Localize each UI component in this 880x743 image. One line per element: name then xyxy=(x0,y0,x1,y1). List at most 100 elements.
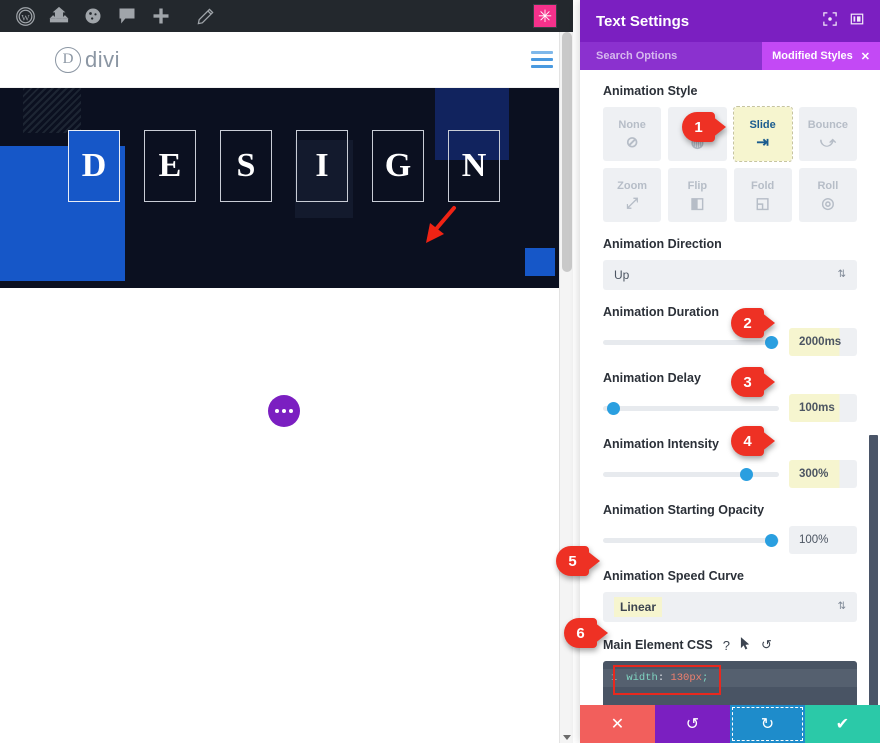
chevron-updown-icon: ⇅ xyxy=(837,601,846,612)
annotation-marker-5: 5 xyxy=(556,546,600,576)
animation-duration-slider[interactable] xyxy=(603,335,779,349)
animation-intensity-slider[interactable] xyxy=(603,467,779,481)
annotation-marker-number: 6 xyxy=(564,618,597,648)
layout-columns-icon[interactable] xyxy=(850,12,864,31)
hero-section: D E S I G N xyxy=(0,88,573,288)
annotation-marker-1: 1 xyxy=(682,112,726,142)
page-title: Text Settings xyxy=(596,12,690,30)
animation-option-zoom[interactable]: Zoom ⤢ xyxy=(603,168,662,222)
save-button[interactable]: ✔ xyxy=(805,705,880,743)
animation-option-label: Zoom xyxy=(617,179,648,192)
panel-search-bar[interactable]: Search Options Modified Styles ✕ xyxy=(580,42,880,70)
flip-animation-icon: ◧ xyxy=(690,194,705,212)
animation-style-grid: None ⊘ Fade ◍ Slide ⇥ Bounce ⤻ xyxy=(603,106,857,222)
annotation-marker-number: 4 xyxy=(731,426,764,456)
new-content-icon[interactable] xyxy=(144,0,178,32)
site-preview-pane: W ✳ D divi D E S I G N xyxy=(0,0,573,743)
slider-handle[interactable] xyxy=(764,533,778,547)
animation-option-label: Slide xyxy=(749,118,776,131)
page-body xyxy=(0,288,573,743)
animation-starting-opacity-label: Animation Starting Opacity xyxy=(603,503,765,517)
focus-mode-icon[interactable] xyxy=(823,11,837,31)
animation-speed-curve-select[interactable]: Linear ⇅ xyxy=(603,592,857,622)
redo-button[interactable]: ↻ xyxy=(730,705,805,743)
scroll-down-arrow-icon[interactable] xyxy=(563,735,571,740)
ellipsis-icon[interactable] xyxy=(268,395,300,427)
animation-delay-label: Animation Delay xyxy=(603,371,701,385)
animation-starting-opacity-group: Animation Starting Opacity 100% xyxy=(603,503,857,554)
annotation-marker-3: 3 xyxy=(731,367,775,397)
animation-option-label: Roll xyxy=(817,179,839,192)
site-home-icon[interactable] xyxy=(42,0,76,32)
hero-letter[interactable]: N xyxy=(448,130,500,202)
slider-handle[interactable] xyxy=(606,401,620,415)
svg-text:W: W xyxy=(21,12,30,22)
reset-icon[interactable]: ↺ xyxy=(761,637,772,653)
animation-starting-opacity-input[interactable]: 100% xyxy=(789,526,857,554)
slider-handle[interactable] xyxy=(740,467,754,481)
hero-letter[interactable]: S xyxy=(220,130,272,202)
cursor-pointer-icon[interactable] xyxy=(740,637,751,653)
animation-direction-value: Up xyxy=(614,268,630,282)
discard-button[interactable]: ✕ xyxy=(580,705,655,743)
animation-starting-opacity-slider[interactable] xyxy=(603,533,779,547)
annotation-marker-tip xyxy=(761,371,775,393)
hero-letter[interactable]: D xyxy=(68,130,120,202)
animation-option-label: None xyxy=(618,118,646,131)
animation-duration-input[interactable]: 2000ms xyxy=(789,328,857,356)
annotation-marker-tip xyxy=(761,430,775,452)
animation-duration-group: Animation Duration 2000ms xyxy=(603,305,857,356)
animation-style-group: Animation Style None ⊘ Fade ◍ Slide ⇥ xyxy=(603,84,857,222)
hero-letters: D E S I G N xyxy=(0,130,573,202)
animation-speed-curve-label: Animation Speed Curve xyxy=(603,569,744,583)
undo-button[interactable]: ↺ xyxy=(655,705,730,743)
modified-styles-label: Modified Styles xyxy=(772,50,853,62)
animation-style-label: Animation Style xyxy=(603,84,698,98)
performance-icon[interactable] xyxy=(76,0,110,32)
hero-letter[interactable]: E xyxy=(144,130,196,202)
annotation-marker-tip xyxy=(761,312,775,334)
panel-content: Animation Style None ⊘ Fade ◍ Slide ⇥ xyxy=(580,70,880,705)
wordpress-logo-icon[interactable]: W xyxy=(8,0,42,32)
edit-page-icon[interactable] xyxy=(188,0,222,32)
annotation-marker-tip xyxy=(586,550,600,572)
hero-letter[interactable]: I xyxy=(296,130,348,202)
animation-intensity-input[interactable]: 300% xyxy=(789,460,857,488)
annotation-marker-number: 5 xyxy=(556,546,589,576)
annotation-marker-2: 2 xyxy=(731,308,775,338)
comments-icon[interactable] xyxy=(110,0,144,32)
plugin-badge-icon[interactable]: ✳ xyxy=(533,4,557,28)
main-element-css-editor[interactable]: 1 width: 130px; xyxy=(603,661,857,705)
animation-option-flip[interactable]: Flip ◧ xyxy=(668,168,727,222)
hero-letter[interactable]: G xyxy=(372,130,424,202)
code-line[interactable]: 1 width: 130px; xyxy=(603,669,857,687)
search-input[interactable]: Search Options xyxy=(596,50,677,62)
main-element-css-label: Main Element CSS xyxy=(603,638,713,652)
close-icon[interactable]: ✕ xyxy=(861,50,870,63)
chevron-updown-icon: ⇅ xyxy=(837,269,846,280)
divi-logo-text: divi xyxy=(85,46,121,72)
animation-option-roll[interactable]: Roll ◎ xyxy=(798,168,857,222)
animation-direction-group: Animation Direction Up ⇅ xyxy=(603,237,857,290)
annotation-marker-6: 6 xyxy=(564,618,608,648)
modified-styles-badge[interactable]: Modified Styles ✕ xyxy=(762,42,880,70)
annotation-marker-tip xyxy=(594,622,608,644)
animation-option-label: Fold xyxy=(751,179,775,192)
animation-option-none[interactable]: None ⊘ xyxy=(603,107,662,161)
animation-delay-slider[interactable] xyxy=(603,401,779,415)
slide-animation-icon: ⇥ xyxy=(756,133,769,151)
divi-logo[interactable]: D divi xyxy=(55,46,121,73)
animation-option-fold[interactable]: Fold ◱ xyxy=(733,168,792,222)
hamburger-menu-icon[interactable] xyxy=(531,51,553,68)
animation-option-bounce[interactable]: Bounce ⤻ xyxy=(798,107,857,161)
animation-delay-input[interactable]: 100ms xyxy=(789,394,857,422)
annotation-marker-tip xyxy=(712,116,726,138)
panel-scrollbar-thumb[interactable] xyxy=(869,435,878,705)
fold-animation-icon: ◱ xyxy=(755,194,770,212)
red-pointer-arrow xyxy=(426,206,456,243)
animation-option-slide[interactable]: Slide ⇥ xyxy=(732,106,793,162)
animation-direction-select[interactable]: Up ⇅ xyxy=(603,260,857,290)
css-value: 130px xyxy=(670,672,702,684)
help-icon[interactable]: ? xyxy=(723,638,730,653)
hero-blue-square-small xyxy=(525,248,555,276)
